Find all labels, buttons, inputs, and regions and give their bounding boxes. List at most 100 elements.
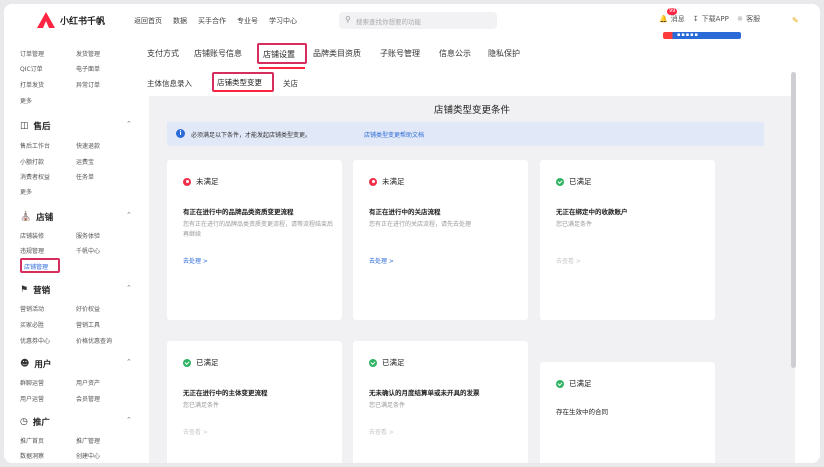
main-panel: 支付方式 店铺账号信息 店铺设置 品牌类目资质 子账号管理 信息公示 隐私保护 … [147, 43, 820, 463]
subtab-store-type-change[interactable]: 店铺类型变更 [212, 72, 274, 92]
support-link[interactable]: 客服 [746, 14, 760, 24]
sidebar-item[interactable]: 打单发货 [20, 80, 44, 89]
nav-learning[interactable]: 学习中心 [269, 16, 297, 26]
tab-subaccounts[interactable]: 子账号管理 [380, 48, 420, 59]
sidebar-item[interactable]: 快速退款 [76, 141, 100, 150]
sidebar-item[interactable]: 优惠券中心 [20, 336, 50, 345]
sidebar-section-store[interactable]: ⛪ 店铺 ⌃ [20, 211, 132, 223]
store-icon: ⛪ [20, 212, 32, 222]
unmet-icon [183, 177, 191, 186]
subtab-close-store[interactable]: 关店 [283, 78, 298, 89]
handle-link[interactable]: 去处理 > [183, 256, 208, 265]
promotion-icon: ◷ [20, 417, 28, 427]
sidebar-item[interactable]: QIC订单 [20, 64, 43, 73]
pen-icon[interactable]: ✎ [792, 16, 799, 25]
sidebar-item-store-management[interactable]: 店铺管理 [20, 258, 60, 273]
sidebar-item[interactable]: 售后工作台 [20, 141, 50, 150]
sidebar-item[interactable]: 数据洞察 [20, 451, 44, 460]
search-input[interactable]: ⚲ 搜索查找你想要的功能 [339, 12, 497, 29]
search-icon: ⚲ [345, 15, 351, 24]
status-badge: 已满足 [183, 357, 219, 368]
chevron-up-icon: ⌃ [126, 120, 132, 128]
view-link[interactable]: 去查看 > [556, 256, 581, 265]
tab-payment[interactable]: 支付方式 [147, 48, 179, 59]
subtab-entity-info[interactable]: 主体信息录入 [147, 78, 192, 89]
status-badge: 已满足 [556, 176, 592, 187]
promo-banner[interactable]: ▪▪▪▪▪ [663, 32, 741, 39]
status-text: 未满足 [196, 177, 219, 186]
search-placeholder: 搜索查找你想要的功能 [356, 18, 421, 26]
sidebar-item[interactable]: 任务单 [76, 172, 94, 181]
condition-card: 已满足 无正在进行中的主体变更流程 您已满足条件 去查看 > [167, 341, 342, 463]
sidebar-item[interactable]: 价格优惠查询 [76, 336, 112, 345]
sidebar-item[interactable]: 好价权益 [76, 304, 100, 313]
sidebar-item[interactable]: 发货管理 [76, 49, 100, 58]
condition-desc: 您已满足条件 [369, 402, 406, 409]
condition-card: 已满足 存在生效中的合同 [540, 362, 715, 463]
scrollbar[interactable] [791, 72, 796, 368]
status-text: 已满足 [382, 358, 405, 367]
sidebar-item[interactable]: 运费宝 [76, 157, 94, 166]
sidebar-section-users[interactable]: ☻ 用户 ⌃ [20, 358, 132, 370]
sidebar-item[interactable]: 千帆中心 [76, 246, 100, 255]
sidebar-item-more[interactable]: 更多 [20, 96, 32, 105]
chevron-up-icon: ⌃ [126, 284, 132, 292]
sidebar-item[interactable]: 会员管理 [76, 394, 100, 403]
sidebar-item[interactable]: 买家必胜 [20, 320, 44, 329]
sidebar-item[interactable]: 小额打款 [20, 157, 44, 166]
tab-brand-qualification[interactable]: 品牌类目资质 [313, 48, 361, 59]
sidebar-item[interactable]: 服务体验 [76, 231, 100, 240]
view-link[interactable]: 去查看 > [369, 427, 394, 436]
condition-card: 已满足 无未确认的月度结算单或未开具的发票 您已满足条件 去查看 > [353, 341, 528, 463]
tab-store-settings[interactable]: 店铺设置 [257, 43, 307, 64]
nav-home[interactable]: 返回首页 [134, 16, 162, 26]
sidebar-item[interactable]: 电子面单 [76, 64, 100, 73]
status-text: 已满足 [569, 379, 592, 388]
tab-disclosure[interactable]: 信息公示 [439, 48, 471, 59]
chevron-up-icon: ⌃ [126, 416, 132, 424]
status-badge: 未满足 [369, 176, 405, 187]
sidebar-item[interactable]: 店铺装修 [20, 231, 44, 240]
sidebar-item[interactable]: 消费者权益 [20, 172, 50, 181]
notice-banner: i 必须满足以下条件，才能发起店铺类型变更。 店铺类型变更帮助文档 [167, 122, 764, 146]
status-badge: 未满足 [183, 176, 219, 187]
handle-link[interactable]: 去处理 > [369, 256, 394, 265]
check-icon [369, 358, 377, 367]
download-icon: ↧ [692, 15, 699, 23]
messages-link[interactable]: 消息 [671, 14, 685, 24]
tab-account-info[interactable]: 店铺账号信息 [194, 48, 242, 59]
sidebar-item[interactable]: 推广首页 [20, 436, 44, 445]
sidebar-item-more[interactable]: 更多 [20, 187, 32, 196]
sidebar-item[interactable]: 群聊运营 [20, 378, 44, 387]
sidebar-item[interactable]: 异常订单 [76, 80, 100, 89]
nav-pro-account[interactable]: 专业号 [237, 16, 258, 26]
sidebar-section-promotion[interactable]: ◷ 推广 ⌃ [20, 416, 132, 428]
sidebar-section-aftersales[interactable]: ◫ 售后 ⌃ [20, 120, 132, 132]
help-doc-link[interactable]: 店铺类型变更帮助文档 [364, 130, 424, 139]
nav-buyer-cooperation[interactable]: 买手合作 [198, 16, 226, 26]
check-icon [556, 379, 564, 388]
sidebar-item[interactable]: 创建中心 [76, 451, 100, 460]
download-app-link[interactable]: 下载APP [702, 14, 729, 24]
sidebar-item[interactable]: 订单管理 [20, 49, 44, 58]
check-icon [183, 358, 191, 367]
sidebar-item[interactable]: 营销活动 [20, 304, 44, 313]
brand-name: 小红书千帆 [60, 17, 106, 27]
top-nav: 返回首页 数据 买手合作 专业号 学习中心 [134, 16, 308, 26]
bell-icon: 🔔 [659, 15, 668, 23]
condition-title: 有正在进行中的品牌品类资质变更流程 [183, 208, 294, 216]
active-subtab-indicator [214, 90, 272, 92]
status-badge: 已满足 [369, 357, 405, 368]
condition-title: 无正在绑定中的收款账户 [556, 208, 628, 216]
sidebar-item[interactable]: 用户运营 [20, 394, 44, 403]
section-title: 用户 [34, 360, 52, 370]
nav-data[interactable]: 数据 [173, 16, 187, 26]
sidebar-item[interactable]: 违规管理 [20, 246, 44, 255]
sidebar-section-marketing[interactable]: ⚑ 营销 ⌃ [20, 284, 132, 296]
app-window: 小红书千帆 返回首页 数据 买手合作 专业号 学习中心 ⚲ 搜索查找你想要的功能… [4, 4, 820, 463]
sidebar-item[interactable]: 营销工具 [76, 320, 100, 329]
tab-privacy[interactable]: 隐私保护 [488, 48, 520, 59]
sidebar-item[interactable]: 用户资产 [76, 378, 100, 387]
view-link[interactable]: 去查看 > [183, 427, 208, 436]
sidebar-item[interactable]: 推广管理 [76, 436, 100, 445]
